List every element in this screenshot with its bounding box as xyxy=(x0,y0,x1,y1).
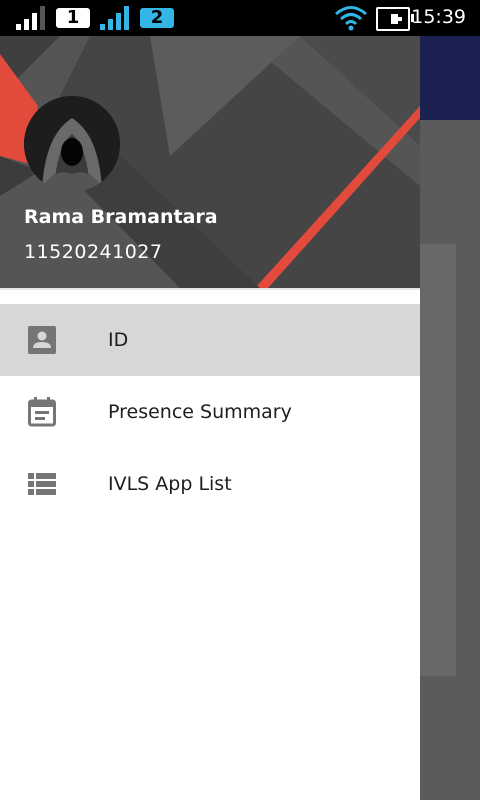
drawer-item-label: ID xyxy=(108,329,129,351)
status-bar: 1 2 15:39 xyxy=(0,0,480,36)
drawer-item-ivls-app-list[interactable]: IVLS App List xyxy=(0,448,420,520)
signal-strength-icon xyxy=(100,6,129,30)
battery-charging-icon xyxy=(376,7,414,31)
sim2-badge: 2 xyxy=(140,8,174,28)
drawer-header: Rama Bramantara 11520241027 xyxy=(0,36,420,288)
navigation-drawer: Rama Bramantara 11520241027 ID Presence … xyxy=(0,36,420,800)
wifi-icon xyxy=(335,6,367,31)
drawer-menu: ID Presence Summary IVLS App List xyxy=(0,304,420,520)
drawer-item-presence-summary[interactable]: Presence Summary xyxy=(0,376,420,448)
sim1-badge: 1 xyxy=(56,8,90,28)
user-id: 11520241027 xyxy=(24,241,163,263)
drawer-item-label: Presence Summary xyxy=(108,401,292,423)
calendar-icon xyxy=(28,397,56,427)
signal-strength-icon xyxy=(16,6,45,30)
drawer-item-id[interactable]: ID xyxy=(0,304,420,376)
drawer-item-label: IVLS App List xyxy=(108,473,232,495)
account-box-icon xyxy=(28,326,56,354)
background-app-bar xyxy=(420,36,480,120)
background-card xyxy=(420,244,456,676)
hooded-figure-icon xyxy=(24,96,120,192)
avatar xyxy=(24,96,120,192)
list-icon xyxy=(28,470,56,498)
header-divider xyxy=(0,288,420,300)
clock: 15:39 xyxy=(411,6,466,28)
user-name: Rama Bramantara xyxy=(24,206,218,228)
